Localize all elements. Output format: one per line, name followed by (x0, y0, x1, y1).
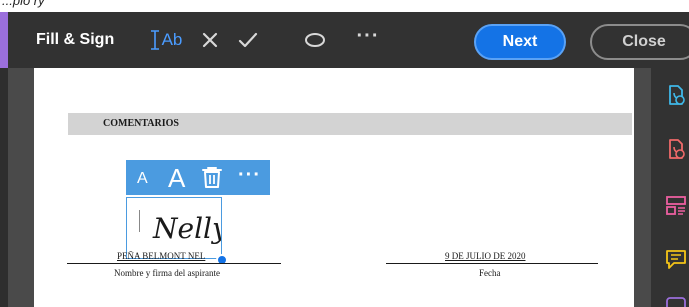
edit-pdf-icon[interactable] (665, 138, 687, 160)
checkmark-icon (238, 32, 258, 48)
fill-sign-toolbar: Fill & Sign Ab ··· Next Close (0, 12, 689, 68)
x-icon (202, 32, 218, 48)
signature-ink: Nelly (152, 212, 221, 245)
name-signature-line (67, 263, 281, 264)
next-button[interactable]: Next (474, 24, 566, 60)
ellipse-icon (305, 33, 325, 47)
trash-icon (202, 167, 222, 188)
signature-text: Nelly (152, 212, 221, 245)
more-tools-icon[interactable] (665, 296, 687, 307)
resize-handle[interactable] (216, 254, 228, 266)
right-tool-rail (651, 68, 689, 307)
comment-icon[interactable] (665, 248, 687, 270)
add-text-label: Ab (161, 30, 183, 49)
signature-field[interactable]: Nelly (126, 197, 222, 259)
more-icon: ··· (356, 24, 380, 47)
document-workspace: COMENTARIOS A A ··· Nelly PEÑA BELMONT N… (0, 68, 689, 307)
document-page[interactable]: COMENTARIOS A A ··· Nelly PEÑA BELMONT N… (34, 68, 634, 307)
delete-button[interactable] (201, 165, 223, 194)
signature-more-button[interactable]: ··· (238, 164, 261, 187)
more-tools-button[interactable]: ··· (353, 22, 383, 50)
cross-mark-tool[interactable] (198, 26, 222, 54)
close-button[interactable]: Close (590, 24, 689, 60)
name-value: PEÑA BELMONT NEL (117, 251, 206, 261)
increase-size-button[interactable]: A (168, 163, 185, 194)
top-strip: ...plo ry (0, 0, 689, 12)
ellipse-tool[interactable] (300, 26, 330, 54)
name-caption: Nombre y firma del aspirante (114, 268, 220, 278)
add-text-tool[interactable]: Ab (149, 26, 183, 54)
section-header: COMENTARIOS (68, 113, 632, 135)
left-gutter (0, 68, 8, 307)
accent-bar (0, 12, 8, 68)
decrease-size-button[interactable]: A (137, 170, 148, 188)
text-cursor-icon (150, 30, 159, 50)
date-line (386, 263, 598, 264)
toolbar-title: Fill & Sign (36, 31, 115, 48)
signature-toolbar: A A ··· (126, 160, 270, 195)
organize-pages-icon[interactable] (665, 194, 687, 216)
export-pdf-icon[interactable] (665, 84, 687, 106)
top-strip-text: ...plo ry (2, 0, 45, 8)
date-value: 9 DE JULIO DE 2020 (445, 251, 526, 261)
section-header-label: COMENTARIOS (103, 118, 179, 129)
date-caption: Fecha (479, 268, 501, 278)
checkmark-tool[interactable] (234, 26, 262, 54)
